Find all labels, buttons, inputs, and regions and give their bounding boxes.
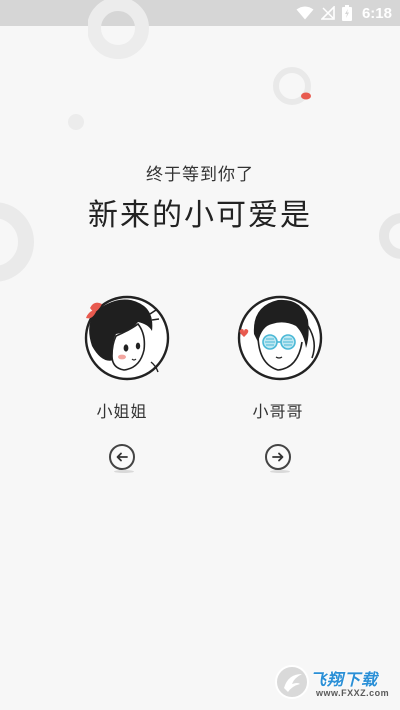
status-bar: 6:18 — [0, 0, 400, 26]
gender-option-boy[interactable]: 小哥哥 — [218, 286, 338, 473]
onboarding-subtitle: 终于等到你了 — [146, 165, 254, 185]
gender-option-girl[interactable]: 小姐姐 — [62, 286, 182, 473]
watermark-title: 飞翔下载 — [310, 670, 379, 689]
girl-avatar[interactable] — [72, 286, 172, 386]
boy-arrow-button[interactable] — [265, 444, 291, 473]
wifi-icon — [296, 6, 314, 20]
decorative-ring-accent — [273, 67, 311, 105]
watermark: 飞翔下载 www.FXXZ.com — [274, 664, 396, 704]
onboarding-title: 新来的小可爱是 — [88, 198, 312, 233]
boy-avatar[interactable] — [228, 286, 328, 386]
boy-avatar-icon — [237, 295, 323, 381]
arrow-right-icon — [272, 452, 284, 462]
girl-arrow-button[interactable] — [109, 444, 135, 473]
status-icons: 6:18 — [296, 3, 392, 23]
option-label-boy: 小哥哥 — [252, 402, 304, 421]
battery-charging-icon — [341, 5, 352, 21]
watermark-logo-icon — [275, 665, 309, 699]
arrow-left-icon — [116, 452, 128, 462]
decorative-dot-small — [68, 114, 84, 130]
girl-avatar-icon — [84, 295, 170, 381]
signal-off-icon — [320, 6, 335, 20]
watermark-url: www.FXXZ.com — [316, 688, 390, 698]
status-time: 6:18 — [361, 4, 392, 22]
option-label-girl: 小姐姐 — [96, 402, 148, 421]
